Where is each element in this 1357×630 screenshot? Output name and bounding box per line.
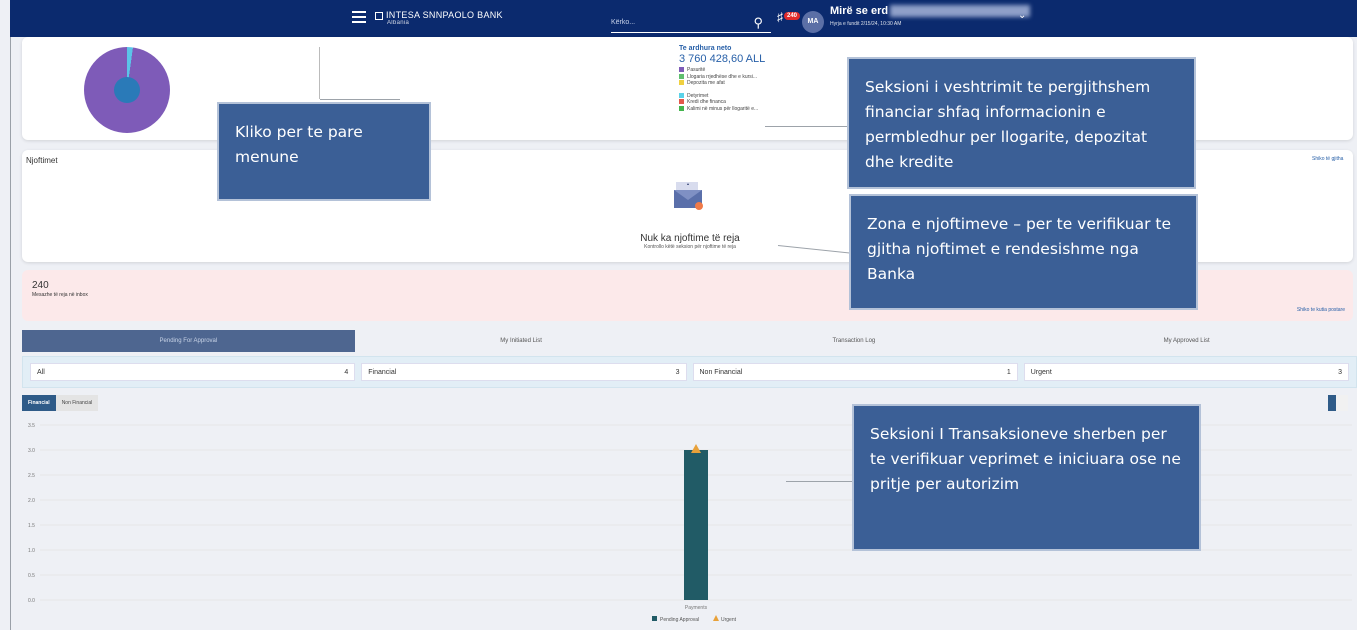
income-value: 3 760 428,60 ALL (679, 53, 766, 65)
bell-icon[interactable]: ♯ (777, 10, 783, 24)
legend-swatch (679, 73, 684, 79)
annotation-notifications: Zona e njoftimeve – per te verifikuar te… (849, 194, 1198, 310)
legend-item: Depozita me afat (679, 80, 765, 87)
inbox-label: Mesazhe të reja në inbox (32, 292, 88, 298)
filter-urgent[interactable]: Urgent 3 (1023, 363, 1349, 381)
chevron-down-icon[interactable]: ⌄ (1018, 10, 1026, 21)
tab-transaction-log[interactable]: Transaction Log (688, 330, 1021, 352)
tab-pending-approval[interactable]: Pending For Approval (22, 330, 355, 352)
x-tick-label: Payments (685, 605, 708, 611)
filter-financial[interactable]: Financial 3 (361, 363, 687, 381)
bank-country: Albania (387, 20, 410, 26)
y-tick-label: 3.5 (28, 423, 35, 429)
envelope-icon (674, 182, 703, 210)
inbox-count: 240 (32, 280, 49, 291)
search-icon[interactable]: ⚲ (753, 15, 763, 31)
legend-label-pending: Pending Approval (660, 617, 699, 623)
top-navbar: INTESA SNNPAOLO BANK Albania Kërko... ⚲ … (10, 0, 1357, 37)
filter-all[interactable]: All 4 (30, 363, 356, 381)
search-input[interactable]: Kërko... ⚲ (611, 15, 771, 33)
no-notifications-subtitle: Kontrollo këtë seksion për njoftime të r… (644, 244, 736, 250)
no-notifications-title: Nuk ka njoftime të reja (640, 233, 740, 244)
y-tick-label: 2.5 (28, 473, 35, 479)
connector-line (320, 99, 400, 100)
legend-swatch (679, 67, 684, 73)
legend-swatch-pending (652, 616, 657, 621)
marker-urgent (691, 444, 701, 453)
greeting: Mirë se erd (830, 5, 1031, 18)
last-login: Hyrja e fundit 2/15/24, 10:30 AM (830, 21, 902, 27)
view-toggle[interactable] (1328, 395, 1348, 411)
transaction-tabs: Pending For Approval My Initiated List T… (22, 330, 1353, 352)
legend-label: Detyrimet (687, 92, 709, 99)
view-toggle-knob (1328, 395, 1336, 411)
bank-logo[interactable]: INTESA SNNPAOLO BANK Albania (375, 10, 503, 26)
connector-line (786, 481, 853, 482)
legend-item: Kalimi në minus për llogaritë e... (679, 106, 765, 113)
notifications-title: Njoftimet (26, 156, 58, 165)
y-tick-label: 0.5 (28, 573, 35, 579)
divider (319, 47, 320, 99)
annotation-overview: Seksioni i veshtrimit te pergjithshem fi… (847, 57, 1196, 189)
no-notifications: Nuk ka njoftime të reja Kontrollo këtë s… (590, 233, 790, 250)
legend-swatch (679, 105, 684, 111)
toggle-financial[interactable]: Financial (22, 395, 56, 411)
annotation-transactions: Seksioni I Transaksioneve sherben per te… (852, 404, 1201, 551)
legend-label: Kalimi në minus për llogaritë e... (687, 105, 759, 112)
see-mailbox-link[interactable]: Shiko te kutia postare (1297, 307, 1345, 313)
legend-label-urgent: Urgent (721, 617, 737, 623)
legend-swatch-urgent (713, 615, 719, 621)
menu-icon[interactable] (352, 11, 366, 23)
redacted-name (890, 5, 1031, 18)
tab-my-approved[interactable]: My Approved List (1020, 330, 1353, 352)
y-tick-label: 1.5 (28, 523, 35, 529)
income-title: Te ardhura neto (679, 45, 732, 52)
filter-non-financial[interactable]: Non Financial 1 (692, 363, 1018, 381)
y-tick-label: 2.0 (28, 498, 35, 504)
legend-label: Depozita me afat (687, 80, 725, 86)
legend-swatch (679, 92, 684, 98)
legend-label: Llogaria rrjedhëse dhe e kursi... (687, 73, 758, 80)
annotation-menu: Kliko per te pare menune (217, 102, 431, 201)
legend-swatch (679, 99, 684, 105)
y-tick-label: 0.0 (28, 598, 35, 604)
legend-label: Kredi dhe financa (687, 99, 726, 105)
tab-my-initiated[interactable]: My Initiated List (355, 330, 688, 352)
connector-line (765, 126, 847, 127)
notification-badge: 240 (784, 12, 801, 20)
legend-label: Pasuritë (687, 67, 706, 73)
see-all-link[interactable]: Shiko të gjitha (1312, 156, 1343, 162)
overview-pie-chart (84, 47, 170, 133)
avatar[interactable]: MA (802, 11, 824, 33)
y-tick-label: 1.0 (28, 548, 35, 554)
toggle-non-financial[interactable]: Non Financial (55, 395, 99, 411)
chart-type-toggle: Financial Non Financial (22, 395, 99, 411)
y-tick-label: 3.0 (28, 448, 35, 454)
net-income: Te ardhura neto 3 760 428,60 ALL Pasurit… (679, 45, 765, 112)
search-placeholder: Kërko... (611, 19, 636, 26)
legend-swatch (679, 80, 684, 86)
overview-legend: Pasuritë Llogaria rrjedhëse dhe e kursi..… (679, 67, 765, 112)
bar-pending-approval (684, 450, 708, 600)
logo-mark-icon (375, 11, 383, 20)
filter-bar: All 4 Financial 3 Non Financial 1 Urgent 3 (22, 356, 1357, 388)
